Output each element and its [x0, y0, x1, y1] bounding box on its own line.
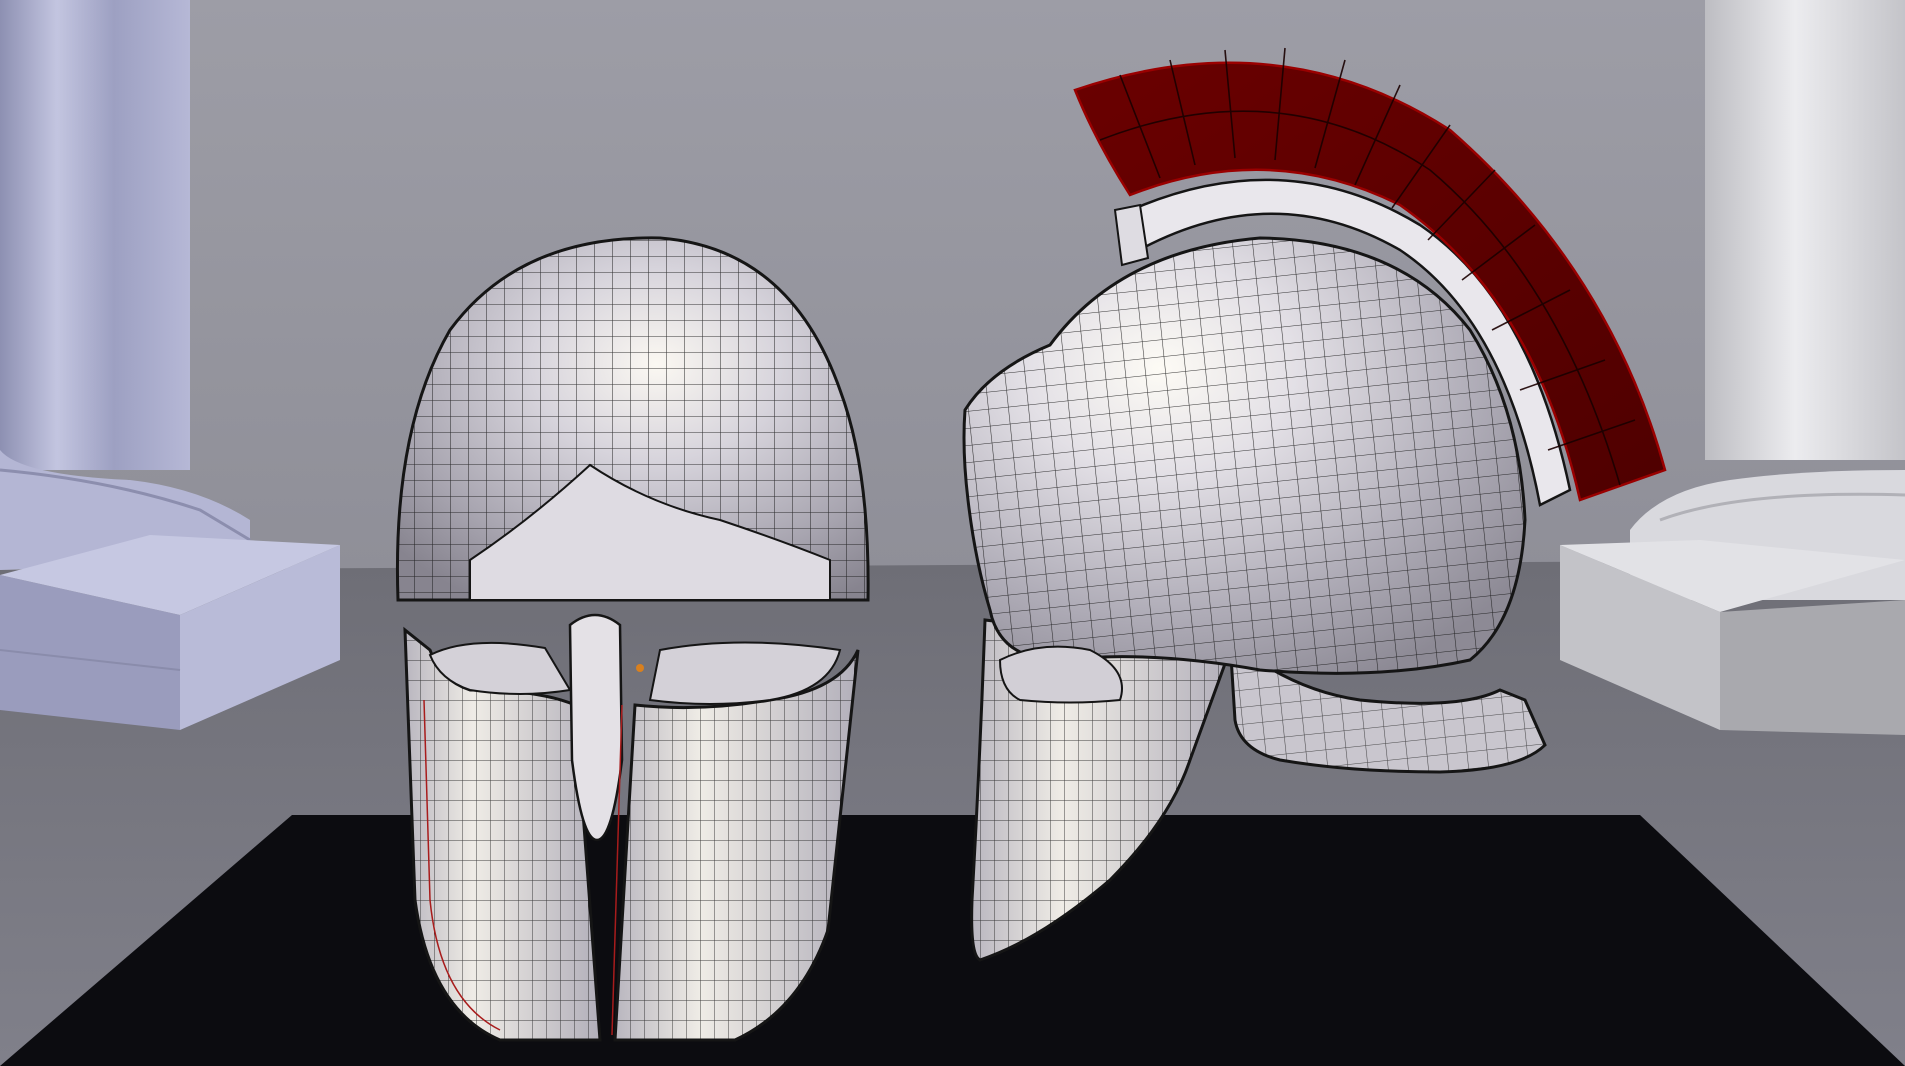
scene-render: [0, 0, 1905, 1066]
3d-viewport[interactable]: [0, 0, 1905, 1066]
display-base: [0, 815, 1905, 1066]
